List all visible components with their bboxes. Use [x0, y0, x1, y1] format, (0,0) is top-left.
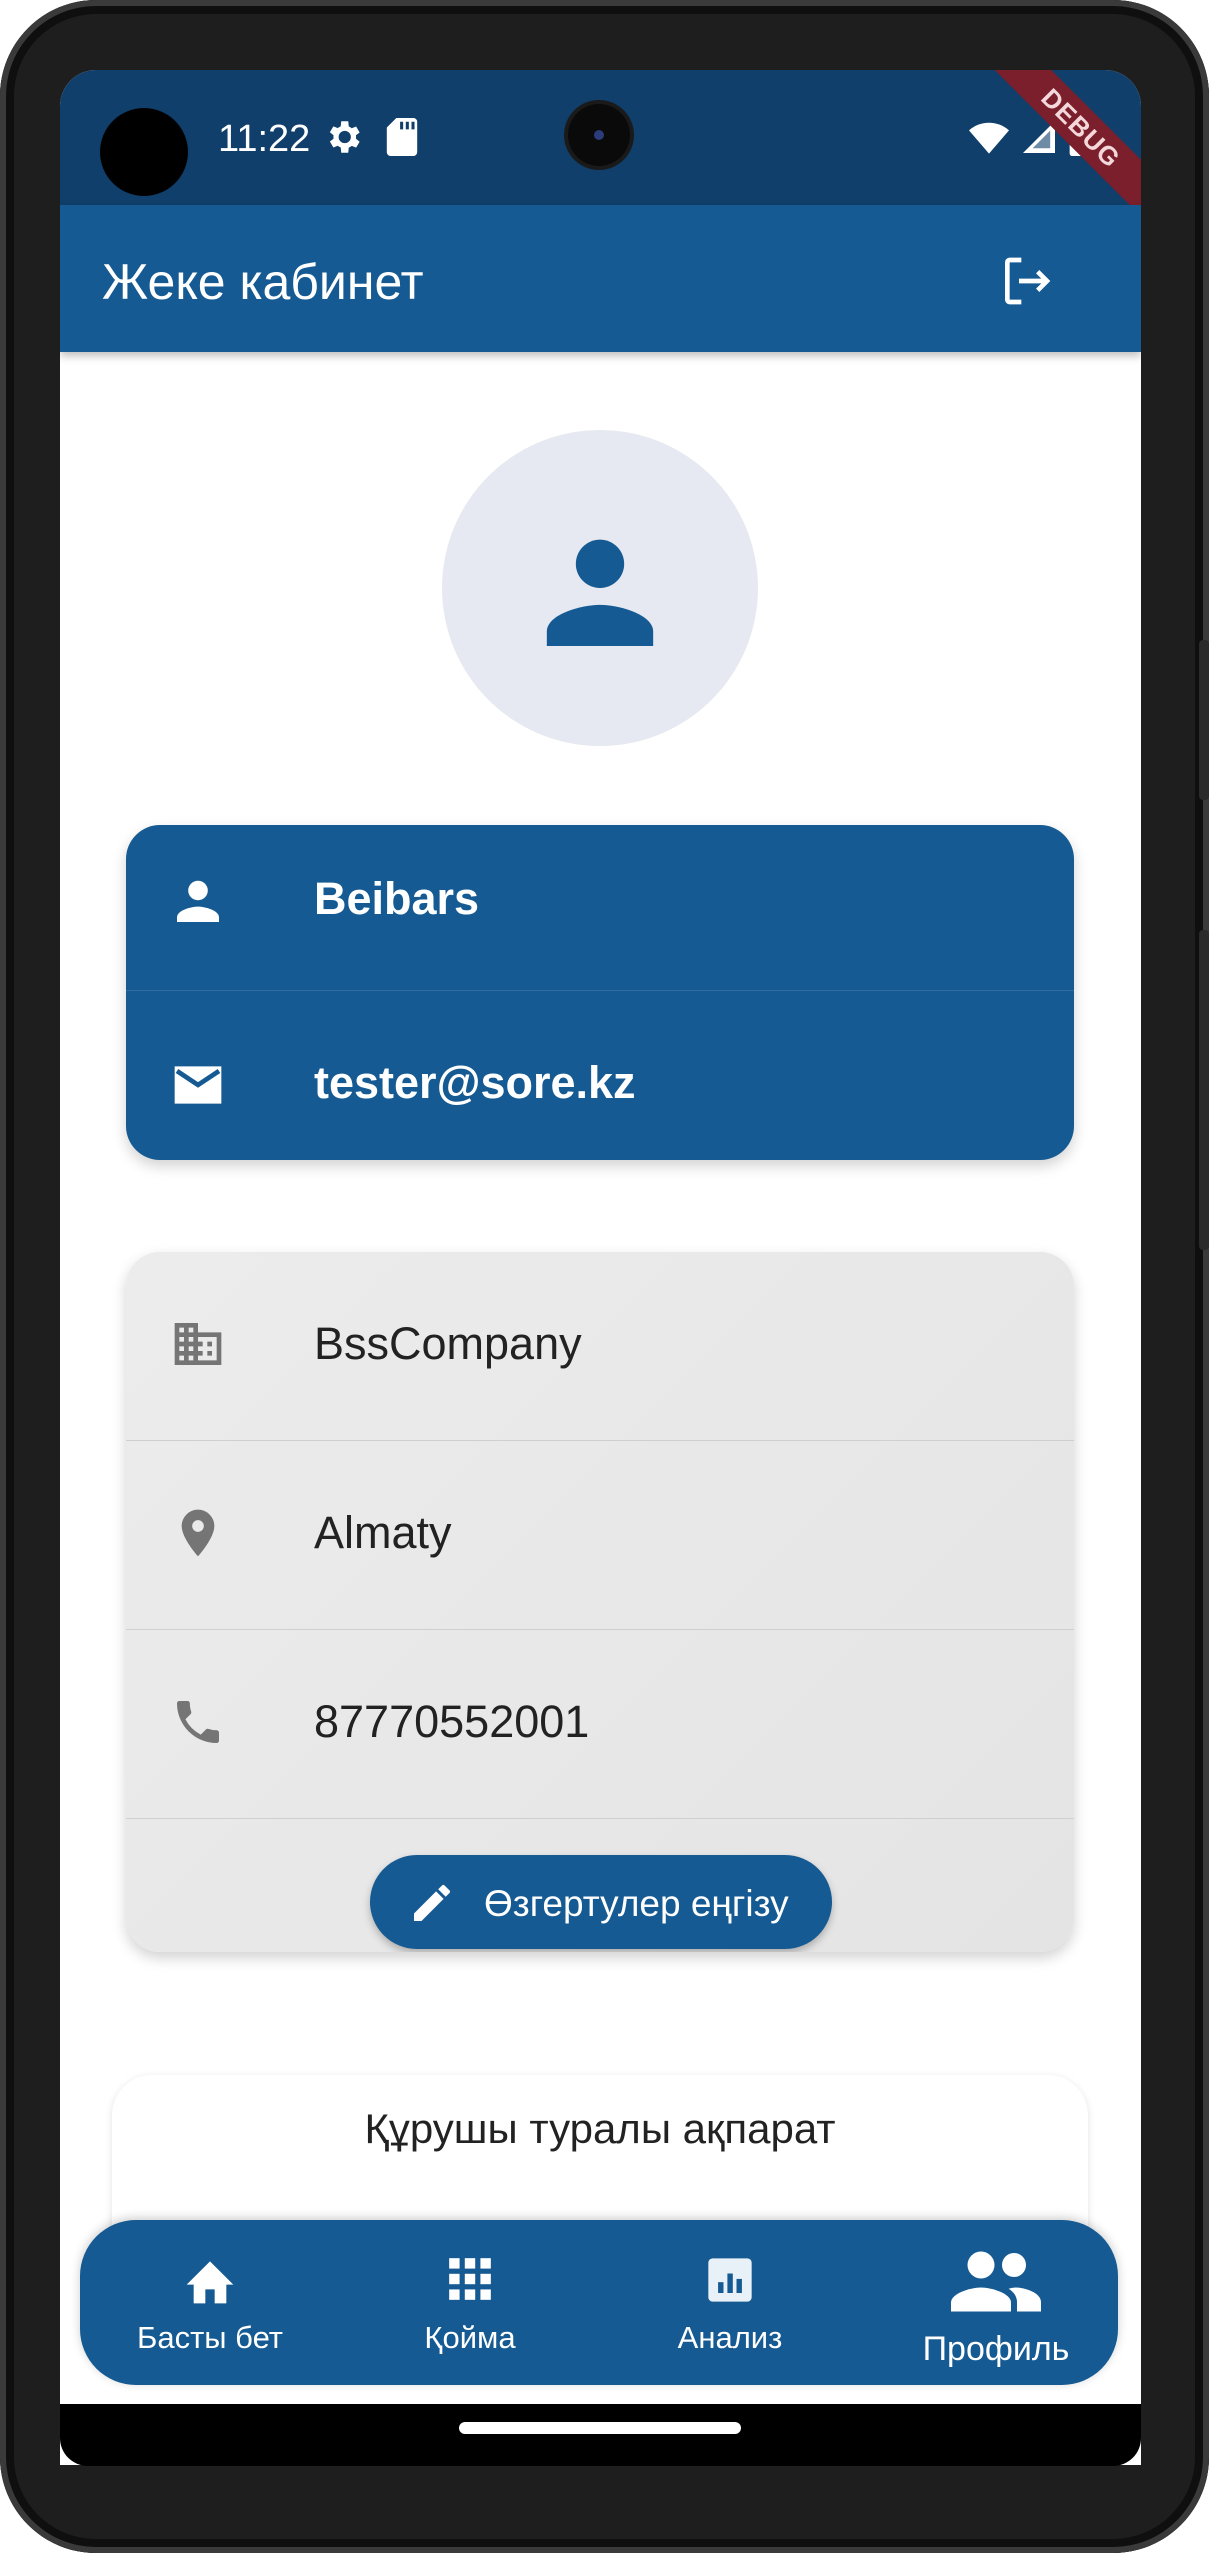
city-name: Almaty: [314, 1507, 452, 1558]
location-pin-icon: [181, 1509, 215, 1557]
company-row: BssCompany: [126, 1252, 1074, 1440]
edit-profile-label: Өзгертулер еңгізу: [484, 1883, 789, 1924]
wifi-icon: [969, 122, 1009, 154]
status-time: 11:22: [218, 118, 311, 160]
person-icon: [177, 880, 219, 922]
email-row: tester@sore.kz: [126, 990, 1074, 1159]
bottom-navigation: Басты бет Қойма Анализ Профиль: [80, 2220, 1118, 2385]
mail-icon: [174, 1066, 222, 1104]
gesture-bar-area: [60, 2404, 1141, 2466]
name-row: Beibars: [126, 825, 1074, 990]
logout-icon[interactable]: [997, 253, 1055, 309]
app-bar: Жеке кабинет: [60, 205, 1141, 352]
status-bar: 11:22 DEBUG: [60, 70, 1141, 235]
camera-cutout: [100, 108, 188, 196]
nav-item-store[interactable]: Қойма: [380, 2220, 560, 2385]
nav-item-analysis[interactable]: Анализ: [640, 2220, 820, 2385]
sd-card-icon: [386, 118, 418, 156]
pencil-icon: [414, 1885, 450, 1921]
home-indicator[interactable]: [459, 2422, 741, 2434]
details-card: BssCompany Almaty 87770552001 Өзгертулер…: [126, 1252, 1074, 1952]
user-email: tester@sore.kz: [314, 1057, 636, 1108]
nav-label-home: Басты бет: [137, 2320, 283, 2355]
user-card: Beibars tester@sore.kz: [126, 825, 1074, 1160]
settings-icon: [329, 121, 360, 153]
volume-button: [1199, 640, 1209, 800]
grid-icon: [449, 2258, 491, 2300]
company-name: BssCompany: [314, 1318, 582, 1369]
nav-item-profile[interactable]: Профиль: [896, 2220, 1096, 2385]
nav-label-profile: Профиль: [922, 2330, 1070, 2368]
builder-info-title: Құрушы туралы ақпарат: [364, 2105, 836, 2152]
edit-profile-button[interactable]: Өзгертулер еңгізу: [370, 1855, 832, 1949]
nav-item-home[interactable]: Басты бет: [120, 2220, 300, 2385]
power-button: [1199, 930, 1209, 1250]
phone-row: 87770552001: [126, 1629, 1074, 1818]
home-icon: [186, 2261, 234, 2304]
screen: 11:22 DEBUG Жеке кабинет Beibars tester@…: [60, 70, 1141, 2465]
phone-icon: [177, 1701, 219, 1743]
nav-label-analysis: Анализ: [677, 2320, 783, 2355]
nav-label-store: Қойма: [424, 2320, 516, 2355]
phone-number: 87770552001: [314, 1696, 590, 1747]
page-title: Жеке кабинет: [102, 254, 424, 310]
people-icon: [951, 2251, 1041, 2312]
city-row: Almaty: [126, 1440, 1074, 1629]
business-icon: [174, 1323, 222, 1365]
front-camera: [568, 104, 630, 166]
avatar: [442, 430, 758, 746]
edit-row: Өзгертулер еңгізу: [126, 1818, 1074, 1952]
user-name: Beibars: [314, 873, 480, 924]
analytics-icon: [708, 2258, 752, 2302]
person-icon: [546, 539, 654, 646]
